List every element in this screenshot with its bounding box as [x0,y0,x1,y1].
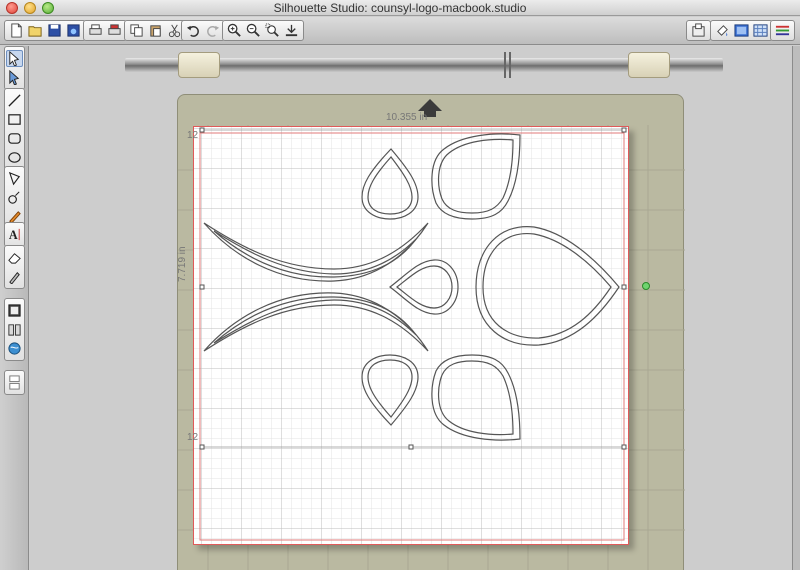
fill-icon[interactable] [714,22,731,39]
knife-tool-icon[interactable] [6,268,23,285]
redo-icon[interactable] [204,22,221,39]
panel-tools [4,298,25,361]
rounded-rect-icon[interactable] [6,130,23,147]
eraser-tool-icon[interactable] [6,249,23,266]
save-icon[interactable] [46,22,63,39]
title-bar: Silhouette Studio: counsyl-logo-macbook.… [0,0,800,16]
print-icon[interactable] [87,22,104,39]
panel-toggle-tools [4,370,25,395]
rotate-handle[interactable] [642,282,650,290]
zoom-in-icon[interactable] [226,22,243,39]
draw-tools [4,166,25,229]
window-title: Silhouette Studio: counsyl-logo-macbook.… [273,1,527,15]
main-toolbar [0,17,800,45]
zoom-select-icon[interactable] [264,22,281,39]
paper-canvas[interactable] [193,126,629,545]
svg-text:A: A [9,228,18,242]
edit-tools [4,245,25,289]
text-tool-icon[interactable]: A [6,226,23,243]
selection-tools [4,46,25,90]
grid-view-icon[interactable] [752,22,769,39]
zoom-out-icon[interactable] [245,22,262,39]
polygon-tool-icon[interactable] [6,170,23,187]
width-dimension-label: 10.355 in [386,112,428,123]
library-icon[interactable] [6,321,23,338]
text-tools: A [4,222,25,247]
height-dimension-label: 7.719 in [177,246,188,282]
new-file-icon[interactable] [8,22,25,39]
right-roller-clamp [628,52,670,78]
shape-tools [4,88,25,170]
canvas-drawing[interactable] [194,127,629,545]
left-tool-panel: A [0,46,29,570]
rectangle-tool-icon[interactable] [6,111,23,128]
panel-toggle-icon[interactable] [6,374,23,391]
select-tool-icon[interactable] [6,50,23,67]
copy-icon[interactable] [128,22,145,39]
line-tool-icon[interactable] [6,92,23,109]
left-roller-clamp [178,52,220,78]
roller-center-mark [504,52,514,78]
undo-icon[interactable] [185,22,202,39]
print-cut-icon[interactable] [106,22,123,39]
ellipse-tool-icon[interactable] [6,149,23,166]
right-panel-edge [792,46,800,570]
ruler-mark-bottom: 12 [187,432,199,443]
cut-mode-icon[interactable] [6,302,23,319]
file-toolbar-group [4,20,86,41]
history-toolbar-group [181,20,225,41]
cut-settings-icon[interactable] [690,22,707,39]
line-style-icon[interactable] [774,22,791,39]
curve-tool-icon[interactable] [6,189,23,206]
view-toolbar-group [710,20,773,41]
design-workspace[interactable]: 10.355 in 7.719 in 12 12 [30,46,800,570]
online-store-icon[interactable] [6,340,23,357]
save-to-library-icon[interactable] [65,22,82,39]
right-toolbar-group [686,20,711,41]
page-view-icon[interactable] [733,22,750,39]
line-style-toolbar-group [770,20,795,41]
point-edit-icon[interactable] [6,69,23,86]
zoom-toolbar-group [222,20,304,41]
paste-icon[interactable] [147,22,164,39]
clipboard-toolbar-group [124,20,187,41]
print-toolbar-group [83,20,127,41]
zoom-fit-icon[interactable] [283,22,300,39]
ruler-mark-top: 12 [187,130,199,141]
open-folder-icon[interactable] [27,22,44,39]
